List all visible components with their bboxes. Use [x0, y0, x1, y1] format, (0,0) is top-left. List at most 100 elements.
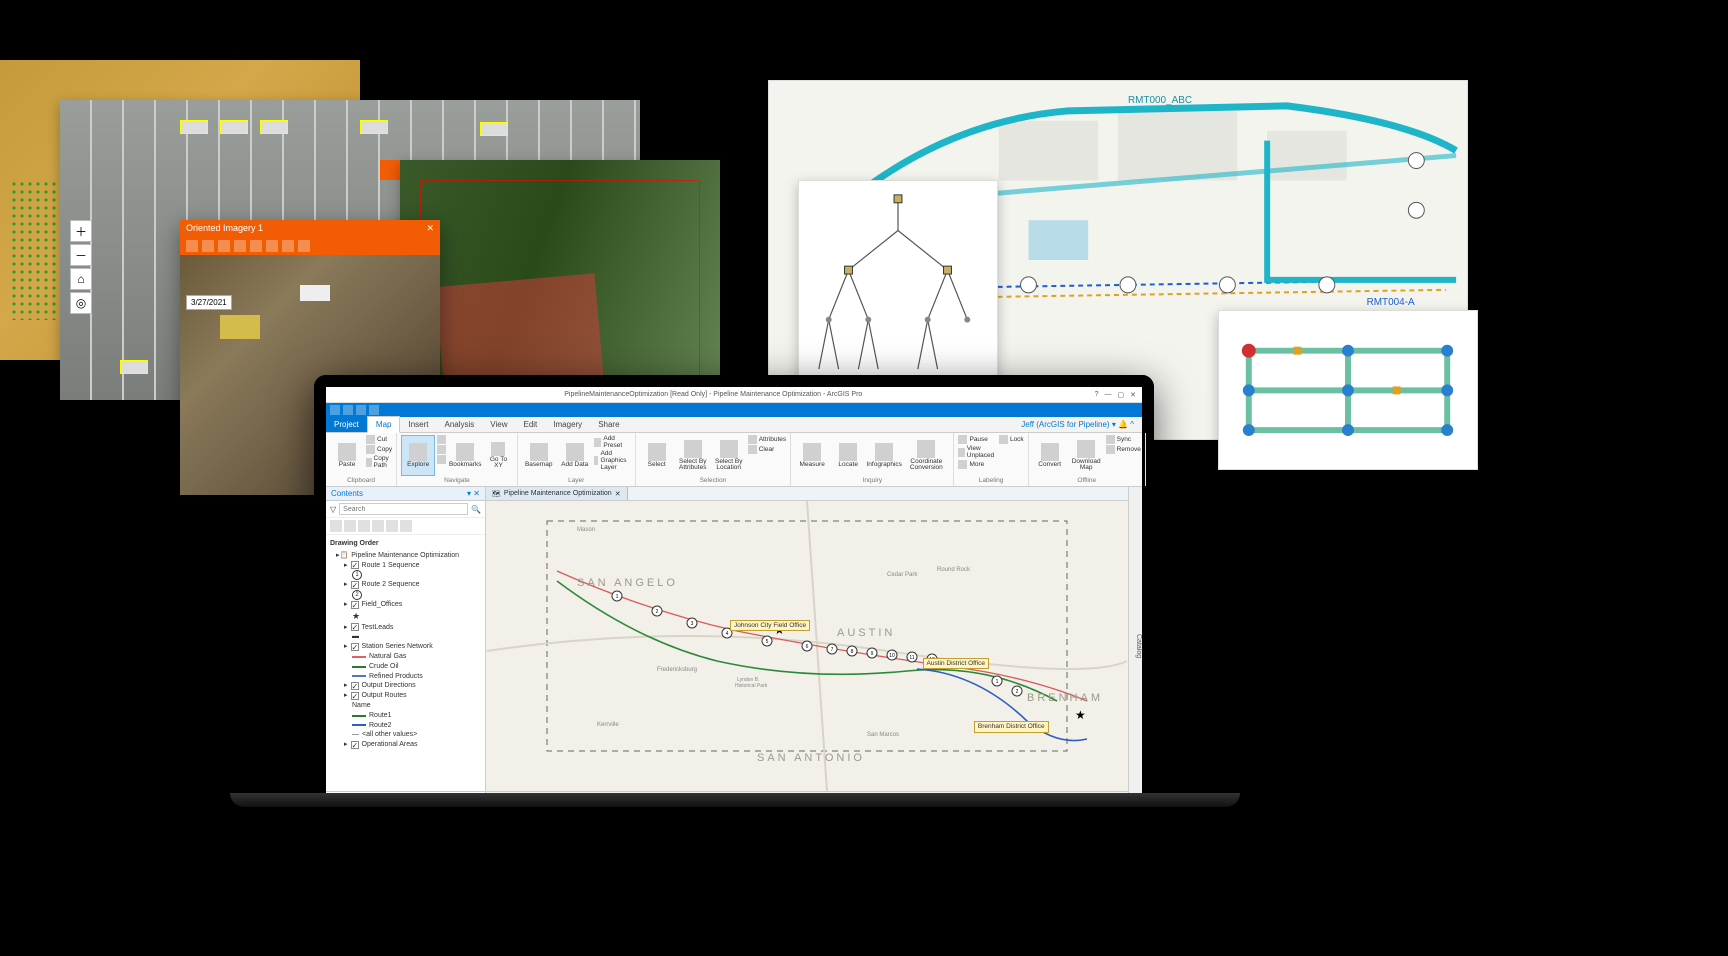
laptop-base: [230, 793, 1240, 807]
help-icon[interactable]: ?: [1095, 391, 1099, 398]
gotoxy-button[interactable]: Go To XY: [484, 435, 513, 476]
bookmarks-button[interactable]: Bookmarks: [448, 435, 482, 476]
addpreset-button[interactable]: Add Preset: [594, 435, 631, 449]
filter-icon[interactable]: ▽: [330, 505, 336, 514]
layer-route1[interactable]: ▸ Route 1 Sequence: [330, 561, 481, 571]
layer-output-directions[interactable]: ▸ Output Directions: [330, 681, 481, 691]
tab-view[interactable]: View: [482, 417, 515, 432]
quick-access-toolbar: [326, 403, 1142, 417]
close-icon[interactable]: ✕: [1130, 391, 1136, 399]
convert-button[interactable]: Convert: [1033, 435, 1067, 476]
detected-car: [120, 360, 148, 374]
list-by-labeling-icon[interactable]: [400, 520, 412, 532]
tool-icon[interactable]: [218, 240, 230, 252]
locate-button[interactable]: ◎: [70, 292, 92, 314]
tool-icon[interactable]: [186, 240, 198, 252]
measure-button[interactable]: Measure: [795, 435, 829, 476]
svg-text:3: 3: [691, 621, 694, 627]
group-label: Navigate: [401, 477, 513, 484]
clear-selection-button[interactable]: Clear: [748, 445, 786, 454]
remove-button[interactable]: Remove: [1106, 445, 1141, 454]
tab-map[interactable]: Map: [367, 416, 401, 433]
list-by-source-icon[interactable]: [344, 520, 356, 532]
list-by-selection-icon[interactable]: [358, 520, 370, 532]
explore-button[interactable]: Explore: [401, 435, 435, 476]
tab-edit[interactable]: Edit: [515, 417, 545, 432]
contents-search-input[interactable]: [339, 503, 468, 515]
select-button[interactable]: Select: [640, 435, 674, 476]
labeling-more-button[interactable]: More: [958, 460, 996, 469]
minimize-icon[interactable]: —: [1105, 391, 1112, 398]
list-by-editing-icon[interactable]: [372, 520, 384, 532]
svg-text:6: 6: [806, 644, 809, 650]
tool-icon[interactable]: [298, 240, 310, 252]
qat-redo-icon[interactable]: [369, 405, 379, 415]
tool-icon[interactable]: [250, 240, 262, 252]
home-button[interactable]: ⌂: [70, 268, 92, 290]
detected-car: [260, 120, 288, 134]
signed-in-user[interactable]: Jeff (ArcGIS for Pipeline) ▾ 🔔 ^: [1013, 417, 1142, 432]
pane-menu-icon[interactable]: ▾ ✕: [467, 489, 480, 498]
attributes-button[interactable]: Attributes: [748, 435, 786, 444]
close-icon[interactable]: ✕: [426, 223, 434, 234]
tab-project[interactable]: Project: [326, 417, 367, 432]
layer-field-offices[interactable]: ▸ Field_Offices: [330, 600, 481, 610]
qat-open-icon[interactable]: [343, 405, 353, 415]
svg-text:7: 7: [831, 647, 834, 653]
select-by-attributes-button[interactable]: Select By Attributes: [676, 435, 710, 476]
layer-testleads[interactable]: ▸ TestLeads: [330, 623, 481, 633]
workspace: Contents▾ ✕ ▽ 🔍 Drawing Order ▸📋 Pip: [326, 487, 1142, 805]
map-canvas[interactable]: SAN ANGELO AUSTIN SAN ANTONIO BRENHAM Ce…: [486, 501, 1128, 791]
svg-text:2: 2: [1016, 689, 1019, 695]
basemap-button[interactable]: Basemap: [522, 435, 556, 476]
map-view-tab[interactable]: 🗺 Pipeline Maintenance Optimization ✕: [486, 487, 628, 500]
infographics-button[interactable]: Infographics: [867, 435, 901, 476]
qat-save-icon[interactable]: [330, 405, 340, 415]
svg-text:10: 10: [889, 653, 895, 659]
group-label: Labeling: [958, 477, 1023, 484]
table-of-contents[interactable]: Drawing Order ▸📋 Pipeline Maintenance Op…: [326, 535, 485, 791]
tool-icon[interactable]: [282, 240, 294, 252]
coordinate-conversion-button[interactable]: Coordinate Conversion: [903, 435, 949, 476]
layer-station-series[interactable]: ▸ Station Series Network: [330, 642, 481, 652]
svg-text:4: 4: [726, 631, 729, 637]
maximize-icon[interactable]: ▢: [1118, 391, 1125, 399]
addgraphics-button[interactable]: Add Graphics Layer: [594, 450, 631, 471]
layer-operational-areas[interactable]: ▸ Operational Areas: [330, 740, 481, 750]
paste-button[interactable]: Paste: [330, 435, 364, 476]
tab-insert[interactable]: Insert: [400, 417, 436, 432]
tab-imagery[interactable]: Imagery: [545, 417, 590, 432]
list-by-snapping-icon[interactable]: [386, 520, 398, 532]
zoom-in-button[interactable]: ＋: [70, 220, 92, 242]
qat-undo-icon[interactable]: [356, 405, 366, 415]
download-map-button[interactable]: Download Map: [1069, 435, 1104, 476]
detected-car: [480, 122, 508, 136]
catalog-pane-collapsed[interactable]: Catalog: [1128, 487, 1142, 805]
tab-analysis[interactable]: Analysis: [436, 417, 482, 432]
zoom-out-button[interactable]: －: [70, 244, 92, 266]
svg-text:San Marcos: San Marcos: [867, 732, 899, 738]
view-unplaced-button[interactable]: View Unplaced: [958, 445, 996, 459]
cut-button[interactable]: Cut: [366, 435, 392, 444]
pause-labeling-button[interactable]: Pause: [958, 435, 996, 444]
list-by-drawing-order-icon[interactable]: [330, 520, 342, 532]
tool-icon[interactable]: [234, 240, 246, 252]
adddata-button[interactable]: Add Data: [558, 435, 592, 476]
layer-output-routes[interactable]: ▸ Output Routes: [330, 691, 481, 701]
locate-button[interactable]: Locate: [831, 435, 865, 476]
svg-text:RMT000_ABC: RMT000_ABC: [1128, 95, 1192, 106]
copypath-icon: [366, 458, 372, 467]
lock-labeling-button[interactable]: Lock: [999, 435, 1024, 444]
copy-button[interactable]: Copy: [366, 445, 392, 454]
tab-share[interactable]: Share: [590, 417, 627, 432]
select-by-location-button[interactable]: Select By Location: [712, 435, 746, 476]
group-label: Clipboard: [330, 477, 392, 484]
layer-route2[interactable]: ▸ Route 2 Sequence: [330, 580, 481, 590]
tool-icon[interactable]: [266, 240, 278, 252]
tool-icon[interactable]: [202, 240, 214, 252]
map-frame[interactable]: ▸📋 Pipeline Maintenance Optimization: [330, 551, 481, 561]
svg-text:1: 1: [616, 594, 619, 600]
sync-button[interactable]: Sync: [1106, 435, 1141, 444]
search-icon[interactable]: 🔍: [471, 505, 481, 514]
copypath-button[interactable]: Copy Path: [366, 455, 392, 469]
